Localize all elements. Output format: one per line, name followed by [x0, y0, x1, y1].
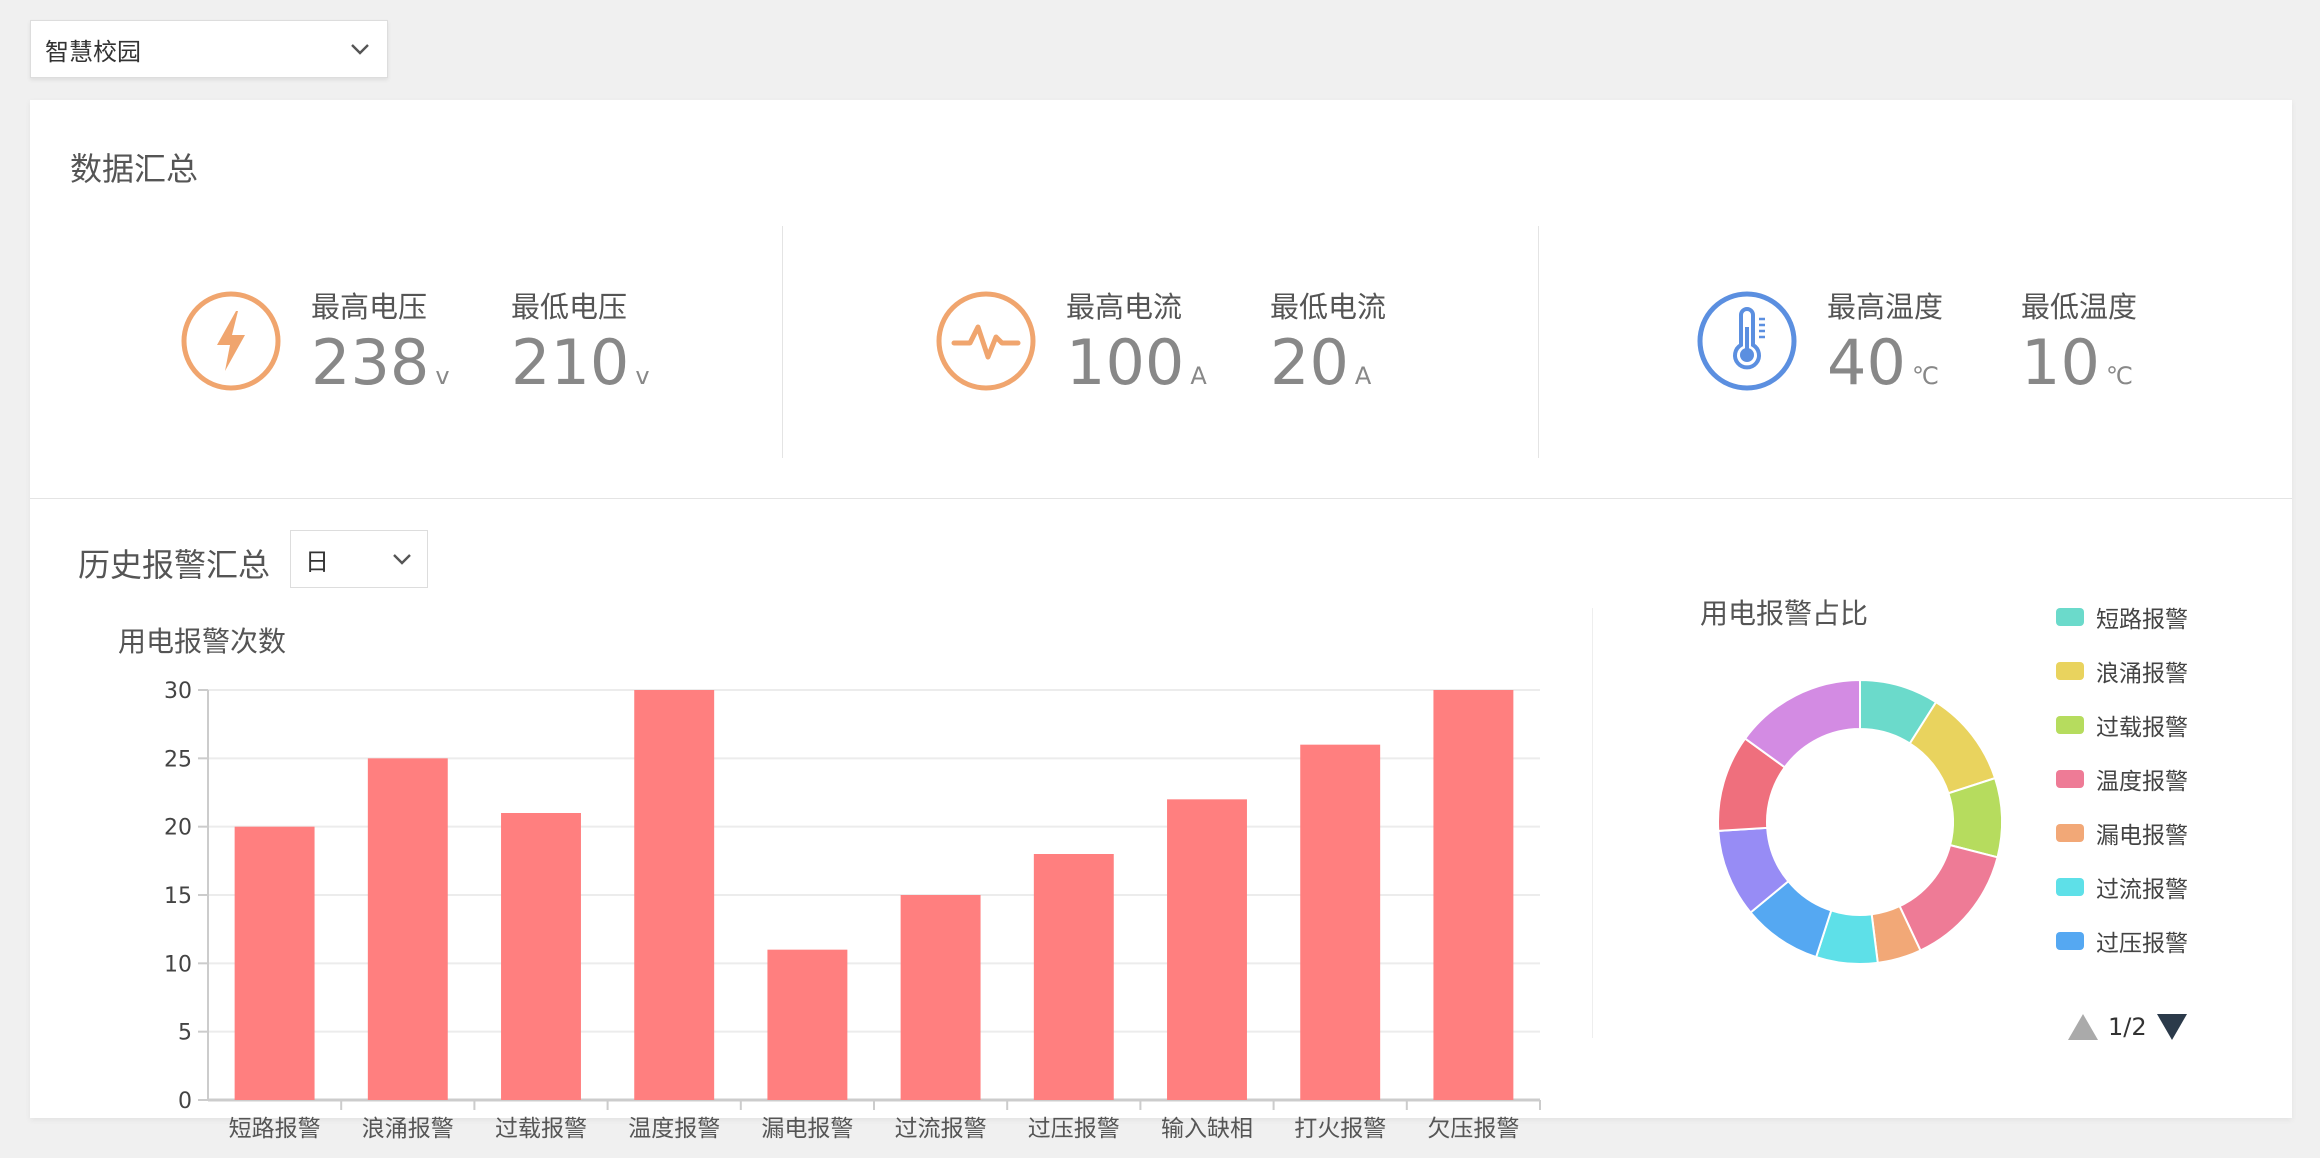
legend-swatch — [2056, 770, 2084, 788]
legend-label: 浪涌报警 — [2096, 661, 2188, 687]
period-select[interactable]: 日 — [290, 530, 428, 588]
period-select-value: 日 — [305, 547, 329, 576]
pie-legend: 短路报警浪涌报警过载报警温度报警漏电报警过流报警过压报警输入缺相打火报警欠压报警 — [2056, 590, 2236, 984]
legend-swatch — [2056, 824, 2084, 842]
x-tick-label: 输入缺相 — [1161, 1116, 1253, 1142]
legend-swatch — [2056, 932, 2084, 950]
lightning-icon — [181, 291, 281, 391]
bar[interactable] — [1167, 799, 1247, 1100]
max-temperature-label: 最高温度 — [1827, 290, 1944, 324]
bar[interactable] — [1300, 744, 1381, 1100]
bar[interactable] — [367, 758, 448, 1100]
legend-label: 漏电报警 — [2096, 823, 2188, 849]
min-voltage-label: 最低电压 — [511, 290, 628, 324]
legend-pager: 1/2 — [2066, 1012, 2189, 1042]
x-tick-label: 打火报警 — [1294, 1116, 1386, 1142]
summary-title: 数据汇总 — [70, 150, 199, 188]
y-tick-label: 15 — [164, 884, 192, 909]
min-voltage-value: 210 v — [511, 326, 650, 399]
x-tick-label: 短路报警 — [229, 1116, 321, 1142]
pie-slice[interactable] — [1898, 843, 1999, 952]
legend-label: 过流报警 — [2096, 877, 2188, 903]
bar[interactable] — [501, 813, 581, 1100]
legend-item[interactable]: 短路报警 — [2056, 590, 2236, 644]
divider — [1538, 226, 1539, 458]
legend-label: 温度报警 — [2096, 769, 2188, 795]
page-down-icon[interactable] — [2155, 1012, 2189, 1042]
bar[interactable] — [900, 895, 981, 1100]
legend-label: 过载报警 — [2096, 715, 2188, 741]
dashboard-panel: 数据汇总 最高电压 238 v 最低电压 210 v 最高电流 100 A 最低电流 … — [30, 100, 2292, 1142]
legend-item[interactable]: 过载报警 — [2056, 698, 2236, 752]
history-title: 历史报警汇总 — [78, 546, 271, 584]
x-tick-label: 过流报警 — [895, 1116, 987, 1142]
x-tick-label: 漏电报警 — [761, 1116, 853, 1142]
legend-page-indicator: 1/2 — [2108, 1013, 2147, 1041]
bar[interactable] — [1433, 690, 1514, 1100]
x-tick-label: 过载报警 — [495, 1116, 587, 1142]
legend-swatch — [2056, 662, 2084, 680]
max-current-label: 最高电流 — [1066, 290, 1183, 324]
y-tick-label: 20 — [164, 816, 192, 841]
legend-label: 短路报警 — [2096, 607, 2188, 633]
campus-select-value: 智慧校园 — [45, 37, 141, 66]
legend-item[interactable]: 输入缺相 — [2056, 968, 2236, 984]
x-tick-label: 浪涌报警 — [362, 1116, 454, 1142]
bar[interactable] — [634, 690, 715, 1100]
legend-swatch — [2056, 608, 2084, 626]
legend-label: 输入缺相 — [2096, 978, 2188, 984]
section-divider — [30, 498, 2292, 499]
y-tick-label: 25 — [164, 747, 192, 772]
max-voltage-label: 最高电压 — [311, 290, 428, 324]
bar[interactable] — [234, 826, 315, 1100]
legend-item[interactable]: 温度报警 — [2056, 752, 2236, 806]
x-tick-label: 过压报警 — [1028, 1116, 1120, 1142]
thermometer-icon — [1697, 291, 1797, 391]
y-tick-label: 0 — [178, 1089, 192, 1114]
max-voltage-value: 238 v — [311, 326, 450, 399]
pie-slice[interactable] — [1947, 776, 2003, 859]
waveform-icon — [936, 291, 1036, 391]
max-current-value: 100 A — [1066, 326, 1207, 399]
min-current-label: 最低电流 — [1270, 290, 1387, 324]
bar-chart-title: 用电报警次数 — [118, 625, 287, 658]
legend-swatch — [2056, 716, 2084, 734]
legend-item[interactable]: 过流报警 — [2056, 860, 2236, 914]
divider — [1592, 608, 1593, 1038]
legend-swatch — [2056, 878, 2084, 896]
x-tick-label: 温度报警 — [628, 1116, 720, 1142]
bar[interactable] — [1033, 854, 1114, 1100]
y-tick-label: 5 — [178, 1021, 192, 1046]
y-tick-label: 10 — [164, 952, 192, 977]
legend-item[interactable]: 浪涌报警 — [2056, 644, 2236, 698]
x-tick-label: 欠压报警 — [1427, 1116, 1519, 1142]
legend-item[interactable]: 漏电报警 — [2056, 806, 2236, 860]
bar-chart: 0 5 10 15 20 25 30 短路报警 浪涌报警 过载报警 温度报警 漏电报警 过流报警 过压报警… — [164, 679, 1541, 1142]
divider — [782, 226, 783, 458]
donut-chart — [1717, 678, 2003, 965]
pie-chart-title: 用电报警占比 — [1700, 597, 1869, 630]
y-tick-label: 30 — [164, 679, 192, 704]
page-up-icon[interactable] — [2066, 1012, 2100, 1042]
min-temperature-label: 最低温度 — [2021, 290, 2138, 324]
chevron-down-icon — [351, 44, 369, 55]
min-current-value: 20 A — [1270, 326, 1372, 399]
legend-label: 过压报警 — [2096, 931, 2188, 957]
min-temperature-value: 10 ℃ — [2021, 326, 2133, 399]
max-temperature-value: 40 ℃ — [1827, 326, 1939, 399]
bar[interactable] — [767, 949, 848, 1100]
campus-select[interactable]: 智慧校园 — [30, 20, 388, 78]
legend-item[interactable]: 过压报警 — [2056, 914, 2236, 968]
chevron-down-icon — [393, 554, 411, 565]
